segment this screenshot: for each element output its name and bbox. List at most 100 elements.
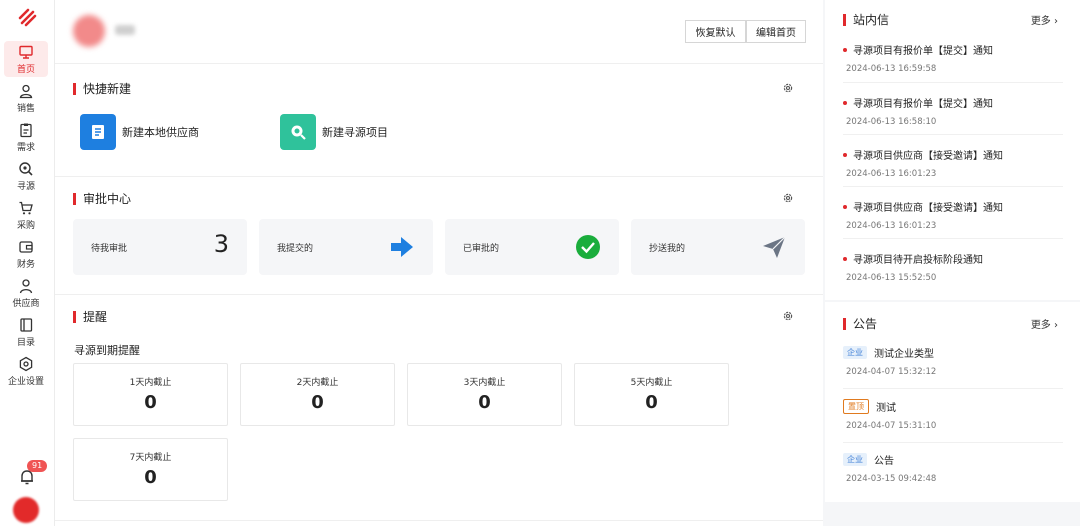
nav-item-sales[interactable]: 销售 [4, 80, 48, 116]
nav-item-label: 需求 [16, 142, 35, 153]
approval-card-label: 我提交的 [277, 244, 314, 254]
reminder-card-count: 0 [645, 392, 658, 413]
inbox-more-link[interactable]: 更多 › [1031, 12, 1058, 27]
nav-item-catalog[interactable]: 目录 [4, 314, 48, 350]
inbox-message[interactable]: 寻源项目有报价单【提交】通知 2024-06-13 16:58:10 [843, 95, 1063, 127]
reminder-card-label: 7天内截止 [129, 453, 172, 463]
gear-icon[interactable] [782, 82, 794, 94]
message-date: 2024-06-13 15:52:50 [846, 273, 937, 283]
notice-item[interactable]: 置顶 测试 2024-04-07 15:31:10 [843, 399, 1063, 431]
reminder-card-7day[interactable]: 7天内截止 0 [73, 438, 228, 501]
divider [843, 442, 1063, 443]
unread-dot [843, 152, 847, 157]
person-icon [19, 278, 33, 293]
reminder-card-5day[interactable]: 5天内截止 0 [574, 363, 729, 426]
supplier-doc-icon [80, 114, 116, 150]
reminder-card-label: 2天内截止 [296, 378, 339, 388]
unread-dot [843, 256, 847, 261]
user-avatar[interactable] [73, 15, 105, 47]
notice-item-title: 公告 [874, 456, 894, 467]
reminder-card-label: 3天内截止 [463, 378, 506, 388]
notice-item-date: 2024-03-15 09:42:48 [846, 474, 937, 484]
left-nav: 首页 销售 需求 寻源 采购 财务 供应商 目录 企业设置 91 [0, 0, 55, 526]
message-title: 寻源项目待开启投标阶段通知 [853, 255, 983, 266]
nav-item-label: 供应商 [12, 298, 40, 309]
reminder-card-2day[interactable]: 2天内截止 0 [240, 363, 395, 426]
reminder-card-3day[interactable]: 3天内截止 0 [407, 363, 562, 426]
avatar[interactable] [13, 497, 39, 523]
reminder-title: 提醒 [73, 308, 107, 325]
approval-card-label: 已审批的 [463, 244, 500, 254]
divider [55, 520, 823, 521]
quick-item-label: 新建寻源项目 [322, 126, 388, 139]
approval-card-count: 3 [213, 230, 229, 258]
approval-card-approved[interactable]: 已审批的 [445, 219, 619, 275]
new-local-supplier-button[interactable]: 新建本地供应商 [80, 114, 199, 150]
cart-icon [19, 201, 33, 214]
wallet-icon [19, 240, 33, 253]
user-header: 恢复默认 编辑首页 [55, 0, 823, 64]
nav-item-label: 企业设置 [7, 376, 44, 387]
enterprise-tag: 企业 [843, 453, 867, 466]
message-title: 寻源项目供应商【接受邀请】通知 [853, 203, 1003, 214]
reset-default-button[interactable]: 恢复默认 [685, 20, 746, 43]
nav-item-finance[interactable]: 财务 [4, 236, 48, 272]
reminder-card-count: 0 [478, 392, 491, 413]
check-circle-icon [576, 235, 600, 259]
search-icon [19, 161, 33, 176]
inbox-message[interactable]: 寻源项目有报价单【提交】通知 2024-06-13 16:59:58 [843, 42, 1063, 74]
inbox-message[interactable]: 寻源项目待开启投标阶段通知 2024-06-13 15:52:50 [843, 251, 1063, 283]
notice-more-link[interactable]: 更多 › [1031, 316, 1058, 331]
notice-item-date: 2024-04-07 15:31:10 [846, 421, 937, 431]
reminder-card-count: 0 [311, 392, 324, 413]
chevron-right-icon: › [1054, 320, 1058, 331]
nav-item-supplier[interactable]: 供应商 [4, 275, 48, 311]
nav-item-label: 采购 [16, 220, 35, 231]
inbox-message[interactable]: 寻源项目供应商【接受邀请】通知 2024-06-13 16:01:23 [843, 147, 1063, 179]
sourcing-due-reminder-label: 寻源到期提醒 [74, 344, 140, 357]
more-label: 更多 [1030, 320, 1051, 331]
hexagon-gear-icon [19, 356, 33, 371]
main-content: 恢复默认 编辑首页 快捷新建 新建本地供应商 新建寻源项目 审批中心 待我审批 … [55, 0, 823, 526]
message-title: 寻源项目有报价单【提交】通知 [853, 46, 993, 57]
message-date: 2024-06-13 16:59:58 [846, 64, 937, 74]
message-title: 寻源项目供应商【接受邀请】通知 [853, 151, 1003, 162]
new-sourcing-project-button[interactable]: 新建寻源项目 [280, 114, 388, 150]
reminder-card-1day[interactable]: 1天内截止 0 [73, 363, 228, 426]
unread-dot [843, 100, 847, 105]
edit-home-button[interactable]: 编辑首页 [746, 20, 806, 43]
divider [843, 238, 1063, 239]
pinned-tag: 置顶 [843, 399, 869, 414]
nav-item-label: 销售 [16, 103, 35, 114]
notice-item[interactable]: 企业 公告 2024-03-15 09:42:48 [843, 452, 1063, 484]
nav-item-label: 首页 [16, 64, 35, 75]
divider [55, 176, 823, 177]
divider [843, 82, 1063, 83]
divider [843, 388, 1063, 389]
approval-card-pending[interactable]: 待我审批 3 [73, 219, 247, 275]
nav-item-home[interactable]: 首页 [4, 41, 48, 77]
reminder-card-count: 0 [144, 467, 157, 488]
approval-center-title: 审批中心 [73, 190, 131, 207]
inbox-panel: 站内信 更多 › 寻源项目有报价单【提交】通知 2024-06-13 16:59… [825, 0, 1080, 300]
nav-item-enterprise-settings[interactable]: 企业设置 [4, 353, 48, 389]
divider [843, 134, 1063, 135]
divider [55, 294, 823, 295]
gear-icon[interactable] [782, 310, 794, 322]
notice-item[interactable]: 企业 测试企业类型 2024-04-07 15:32:12 [843, 345, 1063, 377]
nav-item-label: 目录 [16, 337, 35, 348]
nav-item-sourcing[interactable]: 寻源 [4, 158, 48, 194]
paper-plane-icon [763, 236, 786, 258]
nav-item-demand[interactable]: 需求 [4, 119, 48, 155]
enterprise-tag: 企业 [843, 346, 867, 359]
inbox-message[interactable]: 寻源项目供应商【接受邀请】通知 2024-06-13 16:01:23 [843, 199, 1063, 231]
right-panel: 站内信 更多 › 寻源项目有报价单【提交】通知 2024-06-13 16:59… [825, 0, 1080, 526]
approval-card-label: 抄送我的 [649, 244, 686, 254]
nav-item-purchase[interactable]: 采购 [4, 197, 48, 233]
gear-icon[interactable] [782, 192, 794, 204]
quick-item-label: 新建本地供应商 [122, 126, 199, 139]
approval-card-cc[interactable]: 抄送我的 [631, 219, 805, 275]
chevron-right-icon: › [1054, 16, 1058, 27]
approval-card-submitted[interactable]: 我提交的 [259, 219, 433, 275]
quick-create-title: 快捷新建 [73, 80, 131, 97]
